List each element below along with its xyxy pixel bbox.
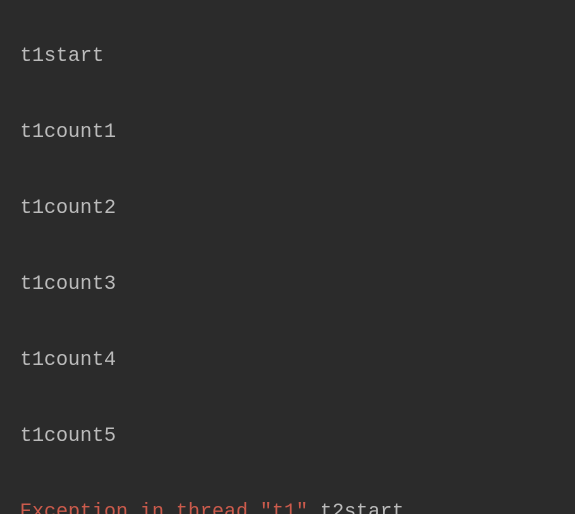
exception-header: Exception in thread "t1" <box>20 501 320 514</box>
log-line-mixed: Exception in thread "t1" t2start <box>20 494 555 514</box>
log-line: t1start <box>20 38 555 76</box>
log-line: t1count3 <box>20 266 555 304</box>
console-output: t1start t1count1 t1count2 t1count3 t1cou… <box>0 0 575 514</box>
log-line: t1count1 <box>20 114 555 152</box>
log-line: t1count4 <box>20 342 555 380</box>
log-line: t1count2 <box>20 190 555 228</box>
log-line: t1count5 <box>20 418 555 456</box>
log-text: t2start <box>320 501 404 514</box>
